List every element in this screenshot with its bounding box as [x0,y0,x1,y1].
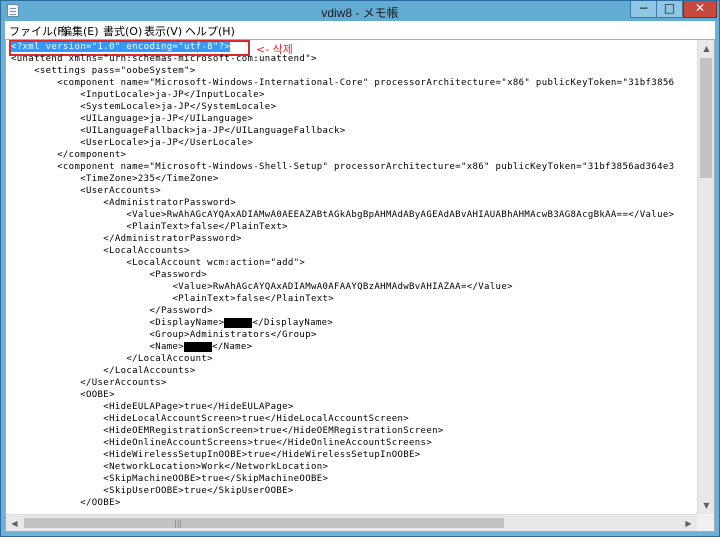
text-line: </AdministratorPassword> [11,234,242,244]
text-line: <Name> </Name> [11,341,252,353]
text-line: <OOBE> [11,390,115,400]
text-line: <HideOnlineAccountScreens>true</HideOnli… [11,438,433,448]
menu-view[interactable]: 表示(V) [144,23,182,39]
window-title: vdiw8 - メモ帳 [321,6,399,20]
text-line: <NetworkLocation>Work</NetworkLocation> [11,462,329,472]
minimize-button[interactable]: − [630,1,657,18]
text-line: <Password> [11,270,208,280]
menu-help[interactable]: ヘルプ(H) [185,23,235,39]
grip-icon: ||| [174,519,183,528]
text-line: <HideWirelessSetupInOOBE>true</HideWirel… [11,450,421,460]
text-line: <PlainText>false</PlainText> [11,222,288,232]
name-close: </Name> [212,342,253,352]
text-line: <InputLocale>ja-JP</InputLocale> [11,90,265,100]
text-line: <HideEULAPage>true</HideEULAPage> [11,402,294,412]
display-name-open: <DisplayName> [11,318,225,328]
text-line: <UILanguageFallback>ja-JP</UILanguageFal… [11,126,346,136]
text-line: <UserLocale>ja-JP</UserLocale> [11,138,254,148]
close-button[interactable]: ✕ [683,1,717,18]
text-line: <UILanguage>ja-JP</UILanguage> [11,114,254,124]
scroll-down-icon[interactable]: ▼ [698,497,714,514]
notepad-window: vdiw8 - メモ帳 − □ ✕ ファイル(F) 編集(E) 書式(O) 表示… [0,0,720,537]
scroll-right-icon[interactable]: ▶ [680,515,697,531]
horizontal-scroll-thumb[interactable]: ||| [24,518,504,528]
display-name-close: </DisplayName> [252,318,334,328]
text-editor[interactable]: <?xml version="1.0" encoding="utf-8"?> <… [5,39,715,532]
menu-edit[interactable]: 編集(E) [61,23,99,39]
scroll-up-icon[interactable]: ▲ [698,40,714,57]
text-line: <settings pass="oobeSystem"> [11,66,196,76]
text-line: <unattend xmlns="urn:schemas-microsoft-c… [11,54,317,64]
text-line: </component> [11,150,127,160]
menu-bar: ファイル(F) 編集(E) 書式(O) 表示(V) ヘルプ(H) [5,21,715,39]
text-line: </Password> [11,306,213,316]
text-line: <component name="Microsoft-Windows-Shell… [11,162,675,172]
size-grip [697,514,714,531]
text-line: <SkipUserOOBE>true</SkipUserOOBE> [11,486,294,496]
text-line: <LocalAccount wcm:action="add"> [11,258,306,268]
menu-format[interactable]: 書式(O) [103,23,142,39]
text-line: <UserAccounts> [11,186,161,196]
scroll-left-icon[interactable]: ◀ [6,515,23,531]
text-line: <PlainText>false</PlainText> [11,294,335,304]
text-line: <AdministratorPassword> [11,198,236,208]
text-line: </OOBE> [11,498,121,508]
text-line: <SystemLocale>ja-JP</SystemLocale> [11,102,277,112]
text-line: <HideLocalAccountScreen>true</HideLocalA… [11,414,410,424]
horizontal-scrollbar[interactable]: ◀ ||| ▶ [6,514,697,531]
text-line: <HideOEMRegistrationScreen>true</HideOEM… [11,426,444,436]
text-line: <Value>RwAhAGcAYQAxADIAMwA0AEEAZABtAGkAb… [11,210,675,220]
redaction-block [184,341,213,352]
text-line: <Group>Administrators</Group> [11,330,317,340]
text-line: <TimeZone>235</TimeZone> [11,174,219,184]
title-bar[interactable]: vdiw8 - メモ帳 − □ ✕ [1,1,719,21]
name-open: <Name> [11,342,185,352]
text-line: </LocalAccount> [11,354,213,364]
text-line: <SkipMachineOOBE>true</SkipMachineOOBE> [11,474,329,484]
text-line: </UserAccounts> [11,378,167,388]
text-line: <Value>RwAhAGcAYQAxADIAMwA0AFAAYQBzAHMAd… [11,282,513,292]
text-line: <component name="Microsoft-Windows-Inter… [11,78,675,88]
maximize-button[interactable]: □ [657,1,683,18]
text-line: <DisplayName> </DisplayName> [11,317,333,329]
redaction-block [224,317,253,328]
text-line: <LocalAccounts> [11,246,190,256]
vertical-scrollbar[interactable]: ▲ ▼ [697,40,714,514]
menu-file[interactable]: ファイル(F) [9,23,68,39]
vertical-scroll-thumb[interactable] [700,58,712,178]
text-line: </LocalAccounts> [11,366,196,376]
